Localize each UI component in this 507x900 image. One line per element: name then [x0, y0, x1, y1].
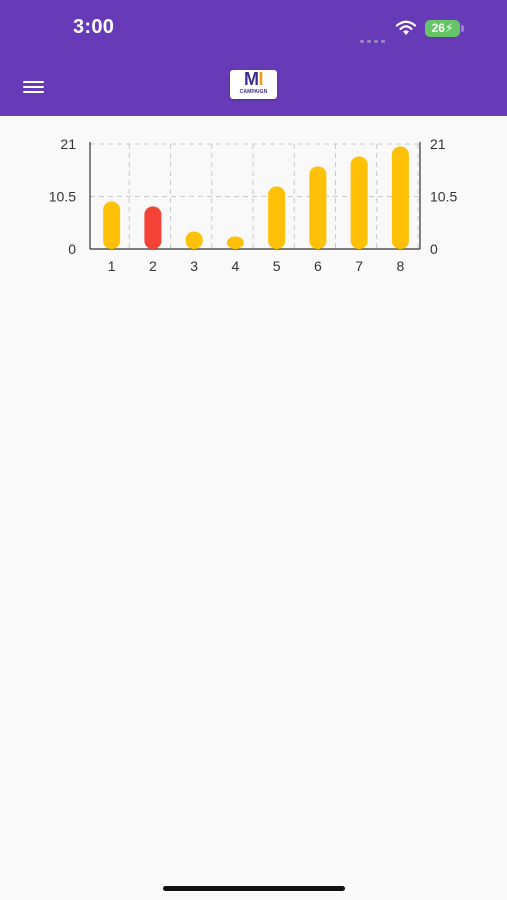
charging-bolt-icon: ⚡: [444, 21, 454, 35]
bar-5: [268, 186, 286, 249]
menu-line: [23, 91, 44, 93]
battery-level: 26: [431, 21, 445, 35]
hamburger-menu-icon[interactable]: [19, 74, 49, 100]
x-tick-label: 4: [231, 258, 239, 274]
menu-line: [23, 81, 44, 83]
bar-2: [144, 206, 162, 249]
app-screen: 3:00 26⚡ MI CAMPAIGN 0 0 10.5 10.5 21 21 1 2 3 4 5…: [0, 0, 507, 900]
cellular-signal-icon: [360, 30, 388, 43]
bar-6: [309, 166, 327, 249]
logo-letter-accent: I: [258, 70, 263, 89]
y-tick-label-left: 0: [68, 241, 76, 257]
menu-line: [23, 86, 44, 88]
y-tick-label-left: 21: [60, 136, 76, 152]
x-tick-label: 3: [190, 258, 198, 274]
app-logo: MI CAMPAIGN: [230, 70, 277, 99]
x-tick-label: 5: [273, 258, 281, 274]
bar-1: [103, 201, 121, 249]
logo-mark: MI: [230, 70, 277, 89]
battery-nub: [461, 25, 464, 32]
x-tick-label: 6: [314, 258, 322, 274]
bar-8: [391, 146, 409, 249]
x-tick-label: 8: [396, 258, 404, 274]
y-tick-label-right: 0: [430, 241, 438, 257]
wifi-icon: [395, 20, 417, 35]
status-time: 3:00: [73, 16, 115, 38]
logo-tagline: CAMPAIGN: [239, 89, 268, 95]
bar-chart-svg: 0 010.5 10.521 211 2 3 4 5 6 7 8: [49, 136, 458, 274]
y-tick-label-left: 10.5: [49, 189, 76, 205]
x-tick-label: 1: [108, 258, 116, 274]
y-tick-label-right: 21: [430, 136, 446, 152]
bar-7: [350, 156, 368, 249]
logo-letter-main: M: [243, 70, 259, 89]
bar-4: [226, 236, 244, 249]
app-header: 3:00 26⚡ MI CAMPAIGN: [0, 0, 507, 116]
home-indicator[interactable]: [163, 886, 345, 891]
bar-3: [185, 231, 203, 249]
y-tick-label-right: 10.5: [430, 189, 457, 205]
x-tick-label: 2: [149, 258, 157, 274]
x-tick-label: 7: [355, 258, 363, 274]
battery-charging-icon: 26⚡: [425, 20, 460, 37]
bar-chart: 0 0 10.5 10.5 21 21 1 2 3 4 5 6 7 8: [38, 130, 470, 280]
